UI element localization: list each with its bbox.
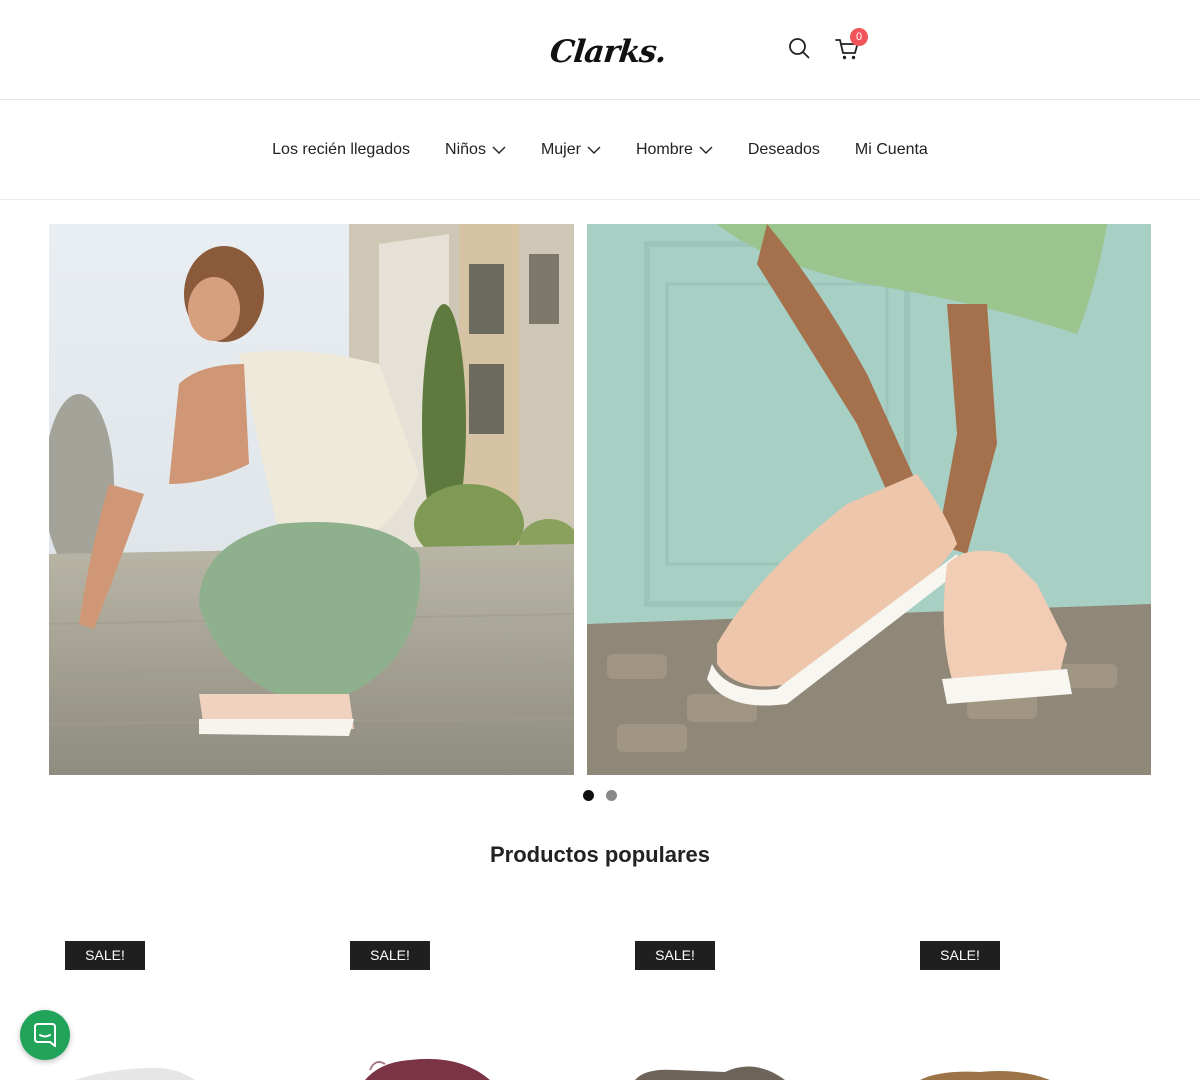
- slider-dot-2[interactable]: [606, 790, 617, 801]
- nav-item-label: Mi Cuenta: [854, 140, 928, 158]
- sale-badge: SALE!: [350, 941, 430, 970]
- hero-slider[interactable]: [49, 224, 1151, 775]
- product-image-tan-shoe: [920, 1071, 1050, 1080]
- chevron-down-icon: [699, 146, 713, 154]
- nav-item-label: Los recién llegados: [272, 140, 411, 158]
- search-icon[interactable]: [787, 36, 811, 60]
- nav-item-my-account[interactable]: Mi Cuenta: [855, 141, 928, 159]
- product-card[interactable]: SALE!: [350, 940, 620, 1080]
- chat-widget-button[interactable]: [20, 1010, 70, 1060]
- product-image-burgundy-shoe: [365, 1058, 490, 1080]
- sale-badge: SALE!: [920, 941, 1000, 970]
- clarks-logo[interactable]: Clarks.: [548, 34, 667, 70]
- nav-item-kids[interactable]: Niños: [445, 141, 506, 159]
- nav-item-label: Mujer: [540, 140, 581, 158]
- slider-pagination: [583, 790, 629, 801]
- nav-item-label: Deseados: [747, 140, 820, 158]
- product-card[interactable]: SALE!: [65, 940, 335, 1080]
- nav-item-new-arrivals[interactable]: Los recién llegados: [272, 141, 410, 159]
- slider-dot-1[interactable]: [583, 790, 594, 801]
- sale-badge: SALE!: [65, 941, 145, 970]
- hero-image-sneakers-closeup: [587, 224, 1151, 775]
- chevron-down-icon: [492, 146, 506, 154]
- product-card[interactable]: SALE!: [635, 940, 905, 1080]
- cart-count-badge: 0: [850, 28, 868, 46]
- site-header: Clarks. 0: [0, 0, 1200, 100]
- nav-item-wishlist[interactable]: Deseados: [748, 141, 820, 159]
- sale-badge: SALE!: [635, 941, 715, 970]
- product-card[interactable]: SALE!: [920, 940, 1190, 1080]
- nav-item-women[interactable]: Mujer: [541, 141, 601, 159]
- section-title-popular: Productos populares: [489, 842, 711, 867]
- nav-item-men[interactable]: Hombre: [636, 141, 713, 159]
- product-image-white-sneaker: [75, 1067, 195, 1080]
- nav-item-label: Hombre: [635, 140, 693, 158]
- main-navigation: Los recién llegados Niños Mujer Hombre D…: [0, 100, 1200, 200]
- chat-icon: [34, 1023, 56, 1047]
- hero-image-woman-crouching: [49, 224, 574, 775]
- chevron-down-icon: [587, 146, 601, 154]
- nav-item-label: Niños: [445, 140, 486, 158]
- product-image-grey-loafer: [635, 1066, 785, 1080]
